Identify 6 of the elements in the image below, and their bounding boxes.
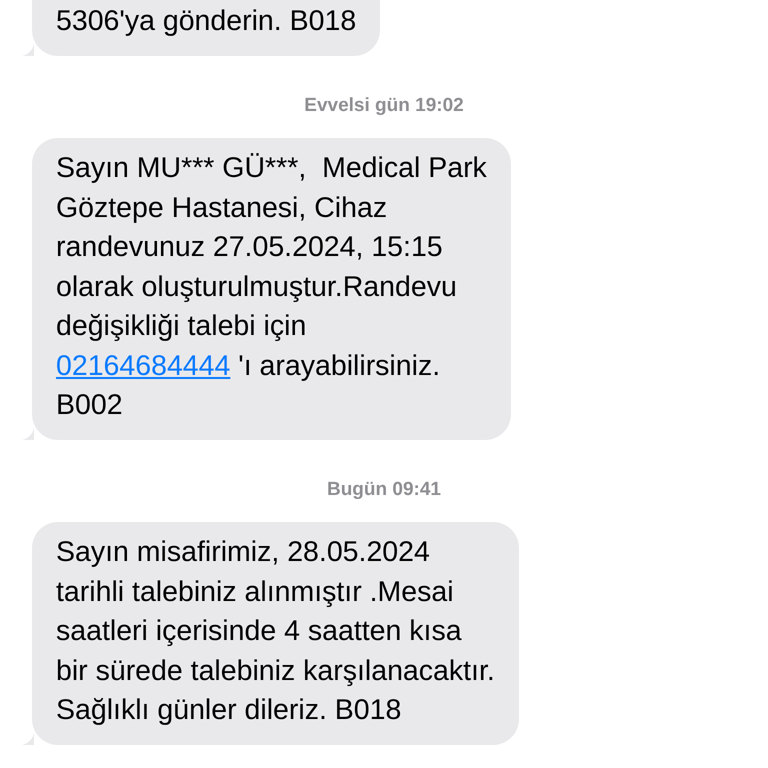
message-text: Sayın MU*** GÜ***, Medical Park Göztepe Hastanesi, Cihaz randevunuz 27.05.2024, 15:15 olarak oluşturulmuştur.Randevu değişikliği talebi için 02164684444 'ı arayabilirsiniz. B002	[56, 151, 487, 423]
phone-link[interactable]: 02164684444	[56, 350, 230, 382]
message-text: Sayın misafirimiz, 28.05.2024 tarihli talebiniz alınmıştır .Mesai saatleri içerisinde 4 saatten kısa bir sürede talebiniz karşılanacaktır. Sağlıklı günler dileriz. B018	[56, 535, 495, 728]
message-timestamp: Bugün 09:41	[326, 478, 442, 502]
message-text: 5306'ya gönderin. B018	[56, 4, 356, 39]
message-timestamp: Evvelsi gün 19:02	[304, 94, 464, 118]
